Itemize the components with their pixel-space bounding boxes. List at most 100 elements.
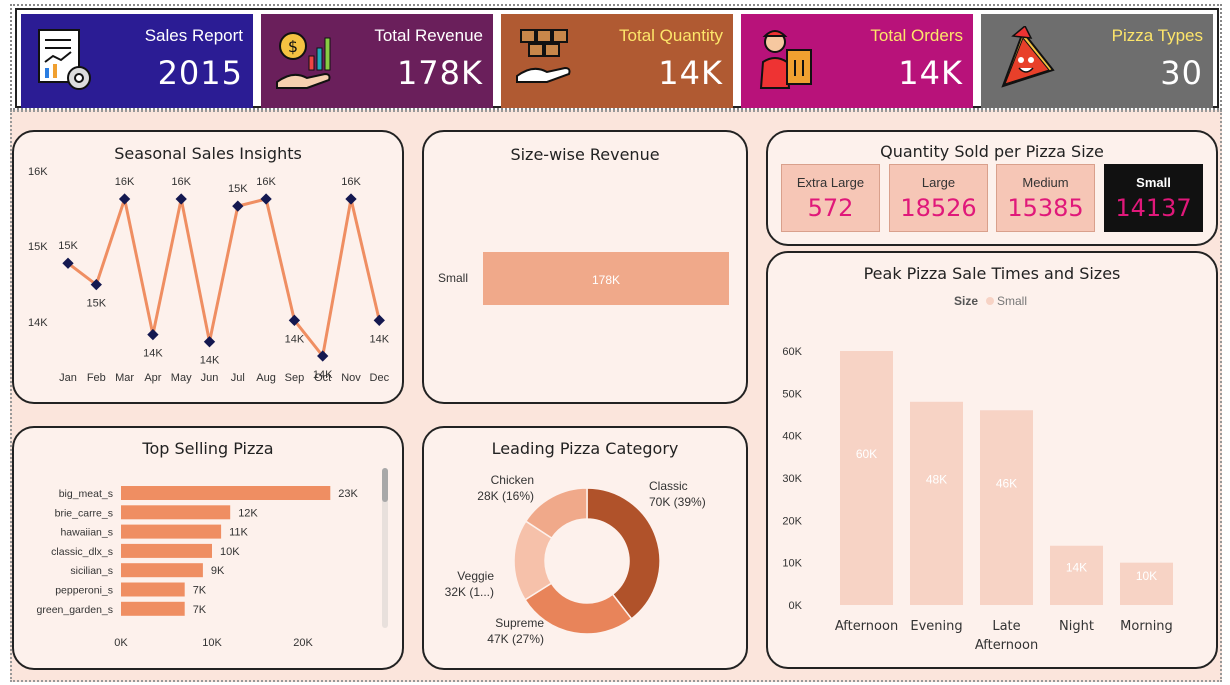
legend-swatch (986, 297, 994, 305)
slice-value-label: 28K (16%) (477, 489, 534, 503)
peak-sale-times-card[interactable]: Peak Pizza Sale Times and Sizes Size Smal… (766, 251, 1218, 669)
data-label: 9K (211, 565, 225, 577)
svg-text:$: $ (288, 37, 298, 56)
y-tick-label: 10K (782, 558, 802, 570)
data-label: 7K (193, 604, 207, 616)
size-label: Medium (1022, 175, 1069, 190)
category-label: big_meat_s (59, 488, 113, 500)
x-tick-label: Dec (370, 372, 390, 384)
delivery-icon (759, 30, 812, 89)
slice-value-label: 70K (39%) (649, 495, 706, 509)
data-label: 10K (220, 546, 240, 558)
legend-title: Size (954, 294, 978, 308)
x-tick-label: Jan (59, 372, 77, 384)
kpi-title: Total Orders (870, 26, 963, 45)
category-label: green_garden_s (37, 604, 113, 616)
legend-label: Small (997, 294, 1027, 308)
kpi-card-total-orders[interactable]: Total Orders 14K (741, 14, 973, 108)
boxes-icon (516, 29, 571, 83)
category-label: hawaiian_s (60, 527, 113, 539)
report-icon (38, 29, 91, 90)
size-tile-large[interactable]: Large 18526 (889, 164, 988, 232)
x-tick-label: 20K (293, 637, 313, 649)
kpi-card-sales-report[interactable]: Sales Report 2015 (21, 14, 253, 108)
data-label: 16K (341, 176, 361, 188)
data-label: 14K (200, 355, 220, 367)
data-point (175, 193, 187, 205)
y-tick-label: 50K (782, 388, 802, 400)
category-label: classic_dlx_s (51, 546, 113, 558)
size-tile-small[interactable]: Small 14137 (1104, 164, 1203, 232)
kpi-card-total-revenue[interactable]: $ Total Revenue 178K (261, 14, 493, 108)
category-label: sicilian_s (70, 565, 113, 577)
slice-category-label: Supreme (495, 616, 544, 630)
seasonal-sales-card[interactable]: Seasonal Sales Insights 16K 15K 14K 15K Jan 1… (12, 130, 404, 404)
bar (121, 563, 203, 578)
quantity-per-size-card[interactable]: Quantity Sold per Pizza Size Extra Large… (766, 130, 1218, 246)
data-label: 16K (256, 176, 276, 188)
data-label: 14K (285, 333, 305, 345)
seasonal-line-chart[interactable]: 16K 15K 14K 15K Jan 15K Feb 16K Mar 14K Apr 16K May 1… (14, 132, 402, 402)
kpi-card-pizza-types[interactable]: Pizza Types 30 (981, 14, 1213, 108)
kpi-title: Total Revenue (374, 26, 483, 45)
size-label: Extra Large (796, 175, 865, 190)
data-label: 10K (1136, 569, 1157, 583)
x-tick-label: Evening (910, 619, 962, 634)
data-point (232, 200, 244, 212)
card-title: Quantity Sold per Pizza Size (880, 142, 1104, 161)
leading-category-card[interactable]: Leading Pizza Category Classic 70K (39%) S… (422, 426, 748, 670)
top-selling-card[interactable]: Top Selling Pizza big_meat_s 23K brie_carr… (12, 426, 404, 670)
x-tick-label: May (171, 372, 192, 384)
kpi-value: 30 (1160, 54, 1203, 92)
data-label: 12K (238, 507, 258, 519)
kpi-value: 2015 (157, 54, 243, 92)
category-donut-chart[interactable]: Classic 70K (39%) Supreme 47K (27%) Veggie 32… (424, 428, 746, 668)
size-quantity: 15385 (1007, 194, 1084, 222)
kpi-value: 178K (396, 54, 483, 92)
kpi-title: Total Quantity (619, 26, 723, 45)
data-point (203, 336, 216, 348)
x-tick-label: Mar (115, 372, 134, 384)
bar (1050, 545, 1103, 605)
x-tick-label: Aug (256, 372, 276, 384)
data-label: 7K (193, 585, 207, 597)
data-label: 14K (143, 348, 163, 360)
pizza-icon (1001, 26, 1055, 88)
kpi-header-frame: Sales Report 2015 $ Total Revenue 178K T… (15, 8, 1219, 108)
kpi-value: 14K (898, 54, 963, 92)
slice-value-label: 32K (1...) (445, 585, 494, 599)
top-selling-bar-chart[interactable]: big_meat_s 23K brie_carre_s 12K hawaiian_s 11… (14, 428, 402, 668)
size-quantity: 14137 (1115, 194, 1192, 222)
data-label: 11K (229, 527, 248, 539)
bar (121, 543, 212, 558)
top-selling-scrollbar[interactable] (382, 468, 388, 628)
size-tile-extra-large[interactable]: Extra Large 572 (781, 164, 880, 232)
revenue-icon: $ (276, 32, 331, 89)
x-tick-label: Sep (285, 372, 305, 384)
data-label: 16K (115, 176, 135, 188)
size-quantity: 572 (807, 194, 854, 222)
size-revenue-bar-chart[interactable]: Small 178K (424, 132, 746, 402)
slice-category-label: Veggie (457, 569, 494, 583)
size-tile-medium[interactable]: Medium 15385 (996, 164, 1095, 232)
bar (840, 351, 893, 605)
bar (121, 582, 185, 597)
data-point (118, 193, 131, 205)
x-tick-label: Night (1059, 619, 1094, 634)
bar (121, 486, 331, 500)
y-tick-label: 14K (28, 317, 48, 329)
kpi-card-total-quantity[interactable]: Total Quantity 14K (501, 14, 733, 108)
peak-times-bar-chart[interactable]: Size Small 60K 50K 40K 30K 20K 10K 0K 60K Afternoo… (768, 253, 1216, 667)
x-tick-label: Afternoon (835, 619, 898, 634)
x-tick-label: Oct (314, 372, 331, 384)
y-tick-label: 0K (789, 600, 803, 612)
category-label: brie_carre_s (55, 507, 113, 519)
bar (910, 401, 963, 605)
size-revenue-card[interactable]: Size-wise Revenue Small 178K (422, 130, 748, 404)
data-point (373, 314, 385, 326)
y-tick-label: 20K (782, 515, 802, 527)
data-label: 178K (592, 273, 620, 287)
x-tick-label: 10K (202, 637, 222, 649)
scrollbar-thumb[interactable] (382, 468, 388, 502)
series-line (67, 193, 381, 360)
